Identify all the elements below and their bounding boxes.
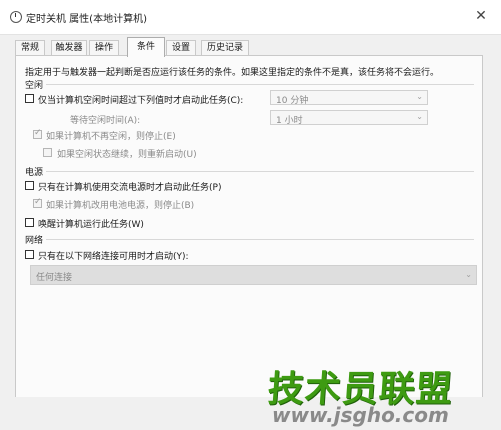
power-section-header: 电源 xyxy=(25,168,44,178)
tab-triggers[interactable]: 触发器 xyxy=(51,40,87,56)
restart-on-idle-checkbox[interactable] xyxy=(43,148,52,157)
network-connection-value: 任何连接 xyxy=(36,273,73,283)
chevron-down-icon: ⌄ xyxy=(465,270,472,279)
close-button[interactable]: ✕ xyxy=(470,6,492,26)
power-divider xyxy=(46,171,474,172)
tab-actions[interactable]: 操作 xyxy=(89,40,119,56)
stop-on-idle-end-checkbox[interactable] xyxy=(33,128,42,139)
clock-icon xyxy=(10,11,22,23)
ac-power-label[interactable]: 只有在计算机使用交流电源时才启动此任务(P) xyxy=(38,180,221,193)
tab-history[interactable]: 历史记录 xyxy=(201,40,249,56)
watermark-url: www.jsgho.com xyxy=(272,403,449,427)
conditions-description: 指定用于与触发器一起判断是否应运行该任务的条件。如果这里指定的条件不是真，该任务… xyxy=(25,68,440,78)
ac-power-checkbox[interactable] xyxy=(25,181,34,190)
chevron-down-icon: ⌄ xyxy=(416,112,423,121)
start-if-idle-checkbox[interactable] xyxy=(25,94,34,103)
wait-idle-value: 1 小时 xyxy=(276,116,303,126)
tab-settings[interactable]: 设置 xyxy=(166,40,196,56)
network-label[interactable]: 只有在以下网络连接可用时才启动(Y): xyxy=(38,249,189,262)
network-divider xyxy=(46,239,474,240)
idle-section-header: 空闲 xyxy=(25,81,44,91)
idle-duration-combo[interactable]: 10 分钟 ⌄ xyxy=(270,90,428,106)
idle-duration-value: 10 分钟 xyxy=(276,96,309,106)
window-title: 定时关机 属性(本地计算机) xyxy=(26,14,147,25)
wake-computer-label[interactable]: 唤醒计算机运行此任务(W) xyxy=(38,217,144,230)
wake-computer-checkbox[interactable] xyxy=(25,218,34,227)
stop-on-battery-checkbox[interactable] xyxy=(33,197,42,208)
idle-divider xyxy=(46,84,474,85)
start-if-idle-label[interactable]: 仅当计算机空闲时间超过下列值时才启动此任务(C): xyxy=(38,93,243,106)
wait-idle-combo[interactable]: 1 小时 ⌄ xyxy=(270,110,428,126)
tab-conditions[interactable]: 条件 xyxy=(127,37,165,57)
restart-on-idle-label: 如果空闲状态继续，则重新启动(U) xyxy=(57,150,197,160)
network-checkbox[interactable] xyxy=(25,250,34,259)
network-connection-combo[interactable]: 任何连接 ⌄ xyxy=(30,265,477,285)
stop-on-idle-end-label: 如果计算机不再空闲，则停止(E) xyxy=(46,132,176,142)
network-section-header: 网络 xyxy=(25,236,44,246)
tab-general[interactable]: 常规 xyxy=(15,40,45,56)
stop-on-battery-label: 如果计算机改用电池电源，则停止(B) xyxy=(46,201,195,211)
wait-idle-label: 等待空闲时间(A): xyxy=(70,116,141,126)
title-bar: 定时关机 属性(本地计算机) ✕ xyxy=(0,0,501,35)
chevron-down-icon: ⌄ xyxy=(416,92,423,101)
